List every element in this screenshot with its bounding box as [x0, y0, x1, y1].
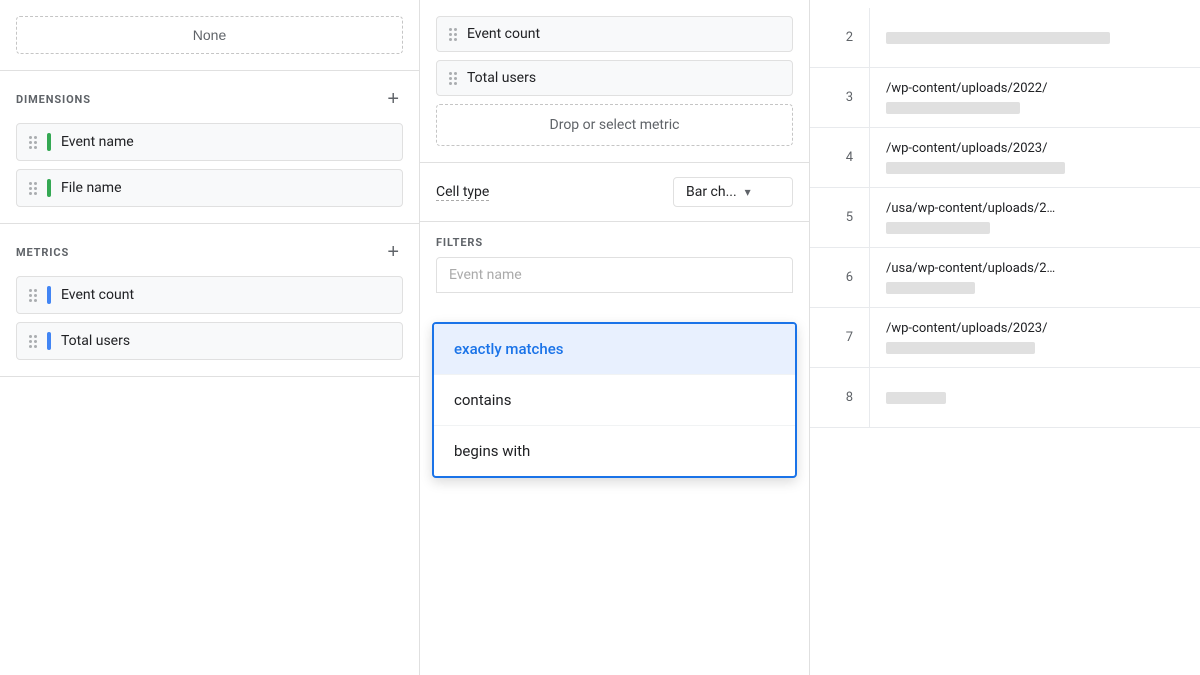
- row-url: /usa/wp-content/uploads/2…: [886, 261, 1184, 276]
- filters-title: FILTERS: [420, 222, 809, 257]
- drag-handle-icon: [449, 72, 457, 85]
- row-number: 3: [810, 68, 870, 127]
- middle-metric-chip-total-users[interactable]: Total users: [436, 60, 793, 96]
- drop-metric-zone[interactable]: Drop or select metric: [436, 104, 793, 146]
- table-row: 5 /usa/wp-content/uploads/2…: [810, 188, 1200, 248]
- filter-dropdown: exactly matches contains begins with: [432, 322, 797, 478]
- table-row: 6 /usa/wp-content/uploads/2…: [810, 248, 1200, 308]
- cell-type-row: Cell type Bar ch... ▾: [420, 163, 809, 222]
- row-url: /wp-content/uploads/2022/: [886, 81, 1184, 96]
- row-bar: [886, 102, 1020, 114]
- row-url: /wp-content/uploads/2023/: [886, 141, 1184, 156]
- cell-type-select[interactable]: Bar ch... ▾: [673, 177, 793, 207]
- table-row: 3 /wp-content/uploads/2022/: [810, 68, 1200, 128]
- filters-section: FILTERS Event name exactly matches conta…: [420, 222, 809, 675]
- filter-input-placeholder: Event name: [449, 267, 522, 283]
- left-panel: None DIMENSIONS + Event name: [0, 0, 420, 675]
- row-content: /usa/wp-content/uploads/2…: [870, 188, 1200, 247]
- middle-metrics-section: Event count Total users Drop or select m…: [420, 0, 809, 163]
- row-content: /wp-content/uploads/2022/: [870, 68, 1200, 127]
- drag-handle-icon: [29, 335, 37, 348]
- dimensions-header: DIMENSIONS +: [16, 87, 403, 111]
- filter-input[interactable]: Event name: [436, 257, 793, 293]
- dimensions-title: DIMENSIONS: [16, 93, 91, 106]
- drop-metric-label: Drop or select metric: [550, 117, 680, 133]
- add-dimension-button[interactable]: +: [383, 87, 403, 111]
- dropdown-item-contains[interactable]: contains: [434, 375, 795, 426]
- none-button[interactable]: None: [16, 16, 403, 54]
- dimension-label: Event name: [61, 134, 134, 150]
- row-url: /wp-content/uploads/2023/: [886, 321, 1184, 336]
- table-row: 4 /wp-content/uploads/2023/: [810, 128, 1200, 188]
- middle-metric-chip-event-count[interactable]: Event count: [436, 16, 793, 52]
- row-content: /wp-content/uploads/2023/: [870, 128, 1200, 187]
- row-url: /usa/wp-content/uploads/2…: [886, 201, 1184, 216]
- metric-label: Total users: [61, 333, 130, 349]
- row-number: 7: [810, 308, 870, 367]
- metrics-section-left: METRICS + Event count Total: [0, 224, 419, 377]
- row-bar: [886, 392, 946, 404]
- middle-metric-label: Total users: [467, 70, 536, 86]
- row-bar: [886, 32, 1110, 44]
- metric-color-bar: [47, 332, 51, 350]
- drag-handle-icon: [29, 136, 37, 149]
- table-row: 7 /wp-content/uploads/2023/: [810, 308, 1200, 368]
- row-bar: [886, 162, 1065, 174]
- drag-handle-icon: [29, 182, 37, 195]
- row-bar: [886, 222, 990, 234]
- row-content: /wp-content/uploads/2023/: [870, 308, 1200, 367]
- right-panel: 2 3 /wp-content/uploads/2022/ 4 /wp-cont…: [810, 0, 1200, 675]
- row-number: 5: [810, 188, 870, 247]
- middle-panel: Event count Total users Drop or select m…: [420, 0, 810, 675]
- dropdown-item-begins-with[interactable]: begins with: [434, 426, 795, 476]
- row-number: 2: [810, 8, 870, 67]
- row-bar: [886, 282, 975, 294]
- middle-metric-label: Event count: [467, 26, 540, 42]
- dimension-color-bar: [47, 179, 51, 197]
- none-section: None: [0, 0, 419, 71]
- row-bar: [886, 342, 1035, 354]
- row-number: 4: [810, 128, 870, 187]
- chevron-down-icon: ▾: [745, 185, 751, 199]
- table-row: 2: [810, 8, 1200, 68]
- cell-type-value: Bar ch...: [686, 184, 737, 200]
- dimension-label: File name: [61, 180, 122, 196]
- dimension-item-event-name[interactable]: Event name: [16, 123, 403, 161]
- metric-color-bar: [47, 286, 51, 304]
- dropdown-item-exactly-matches[interactable]: exactly matches: [434, 324, 795, 375]
- dimensions-section: DIMENSIONS + Event name File: [0, 71, 419, 224]
- dimension-item-file-name[interactable]: File name: [16, 169, 403, 207]
- row-content: [870, 8, 1200, 67]
- metrics-header: METRICS +: [16, 240, 403, 264]
- metric-label: Event count: [61, 287, 134, 303]
- drag-handle-icon: [29, 289, 37, 302]
- drag-handle-icon: [449, 28, 457, 41]
- row-content: [870, 368, 1200, 427]
- metrics-title: METRICS: [16, 246, 69, 259]
- metric-item-event-count[interactable]: Event count: [16, 276, 403, 314]
- metric-item-total-users[interactable]: Total users: [16, 322, 403, 360]
- row-number: 8: [810, 368, 870, 427]
- table-row: 8: [810, 368, 1200, 428]
- row-number: 6: [810, 248, 870, 307]
- row-content: /usa/wp-content/uploads/2…: [870, 248, 1200, 307]
- add-metric-button[interactable]: +: [383, 240, 403, 264]
- cell-type-label: Cell type: [436, 184, 489, 201]
- dimension-color-bar: [47, 133, 51, 151]
